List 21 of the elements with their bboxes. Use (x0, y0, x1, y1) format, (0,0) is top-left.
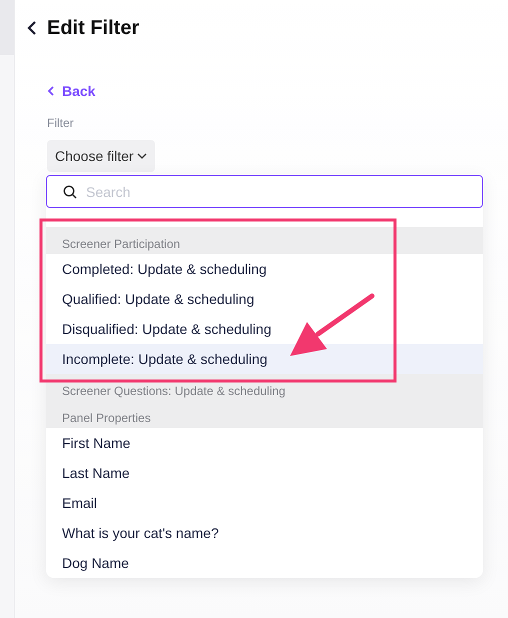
option-item[interactable]: Completed: Update & scheduling (46, 254, 483, 284)
option-item[interactable]: Incomplete: Update & scheduling (46, 344, 483, 374)
caret-icon (136, 153, 147, 159)
page-title: Edit Filter (47, 16, 140, 41)
option-item[interactable]: Qualified: Update & scheduling (46, 284, 483, 314)
option-item[interactable]: First Name (46, 428, 483, 458)
option-item[interactable]: Last Name (46, 458, 483, 488)
choose-filter-button[interactable]: Choose filter (47, 140, 155, 172)
back-icon[interactable] (27, 21, 37, 35)
filter-label: Filter (47, 115, 75, 132)
search-icon (63, 185, 77, 199)
group-header: Screener Questions: Update & scheduling (62, 382, 286, 400)
chevron-left-icon (47, 86, 54, 96)
option-item[interactable]: What is your cat's name? (46, 518, 483, 548)
back-link[interactable]: Back (47, 80, 96, 102)
option-item[interactable]: Disqualified: Update & scheduling (46, 314, 483, 344)
group-header: Screener Participation (62, 236, 180, 252)
search-field[interactable]: Search (46, 175, 483, 208)
option-item[interactable]: Dog Name (46, 548, 483, 578)
option-item[interactable]: Email (46, 488, 483, 518)
group-header: Panel Properties (62, 410, 151, 426)
